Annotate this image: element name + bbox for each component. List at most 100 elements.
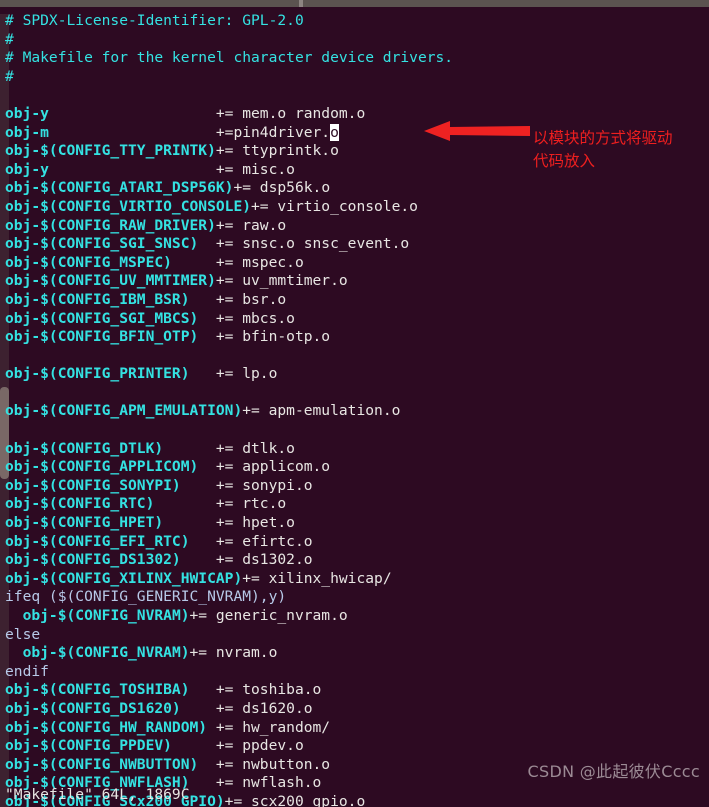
makefile-variable: obj-$(CONFIG_APPLICOM) [5, 458, 216, 476]
code-line: obj-$(CONFIG_DS1620) += ds1620.o [5, 700, 705, 719]
code-line: obj-$(CONFIG_XILINX_HWICAP)+= xilinx_hwi… [5, 570, 705, 589]
comment-text: # Makefile for the kernel character devi… [5, 49, 454, 67]
terminal-screen[interactable]: # SPDX-License-Identifier: GPL-2.0 # # Mak… [0, 7, 709, 807]
vim-status-line: "Makefile" 64L, 1869C [5, 786, 190, 803]
code-line: obj-$(CONFIG_SGI_SNSC) += snsc.o snsc_ev… [5, 235, 705, 254]
makefile-value: += mspec.o [215, 253, 304, 271]
makefile-variable: obj-y [5, 104, 216, 122]
makefile-value: += hw_random/ [215, 718, 331, 736]
makefile-variable: obj-$(CONFIG_RTC) [5, 495, 216, 513]
makefile-value: += apm-emulation.o [242, 402, 401, 420]
makefile-value: += applicom.o [215, 458, 331, 476]
terminal-window: # SPDX-License-Identifier: GPL-2.0 # # Mak… [0, 0, 709, 807]
makefile-keyword: ifeq ($(CONFIG_GENERIC_NVRAM),y) [5, 588, 287, 606]
makefile-variable: obj-$(CONFIG_UV_MMTIMER) [5, 272, 216, 290]
makefile-variable: obj-$(CONFIG_IBM_BSR) [5, 290, 216, 308]
code-line: else [5, 626, 705, 645]
makefile-keyword: endif [5, 662, 49, 680]
code-line: obj-$(CONFIG_SGI_MBCS) += mbcs.o [5, 310, 705, 329]
makefile-variable: obj-$(CONFIG_NVRAM) [22, 607, 190, 624]
makefile-value: += ttyprintk.o [215, 142, 339, 160]
makefile-variable: obj-$(CONFIG_NWBUTTON) [5, 755, 216, 773]
code-line: obj-$(CONFIG_DS1302) += ds1302.o [5, 551, 705, 570]
makefile-value: += virtio_console.o [251, 197, 418, 215]
makefile-variable: obj-$(CONFIG_BFIN_OTP) [5, 328, 216, 346]
code-line: obj-$(CONFIG_SONYPI) += sonypi.o [5, 477, 705, 496]
makefile-value: += xilinx_hwicap/ [242, 569, 392, 587]
code-line: obj-$(CONFIG_UV_MMTIMER)+= uv_mmtimer.o [5, 272, 705, 291]
code-line: ifeq ($(CONFIG_GENERIC_NVRAM),y) [5, 588, 705, 607]
makefile-variable: obj-$(CONFIG_NVRAM) [22, 644, 190, 662]
makefile-value: += ds1302.o [215, 551, 313, 569]
makefile-value: += dtlk.o [215, 439, 295, 457]
code-line: obj-$(CONFIG_BFIN_OTP) += bfin-otp.o [5, 328, 705, 347]
makefile-value: += uv_mmtimer.o [215, 272, 348, 290]
makefile-variable: obj-$(CONFIG_VIRTIO_CONSOLE) [5, 197, 252, 215]
makefile-value: += rtc.o [215, 495, 287, 513]
makefile-variable: obj-$(CONFIG_HPET) [5, 514, 216, 532]
makefile-value: += ds1620.o [215, 699, 313, 717]
code-line: obj-$(CONFIG_MSPEC) += mspec.o [5, 254, 705, 273]
code-line: obj-$(CONFIG_NVRAM)+= generic_nvram.o [5, 607, 705, 626]
code-line: obj-$(CONFIG_HPET) += hpet.o [5, 514, 705, 533]
makefile-value: += misc.o [215, 160, 295, 178]
makefile-value: += snsc.o snsc_event.o [215, 235, 410, 253]
makefile-value: += hpet.o [215, 514, 295, 532]
makefile-value: += efirtc.o [215, 532, 313, 550]
makefile-value: += generic_nvram.o [189, 607, 348, 624]
titlebar-notch [299, 0, 303, 7]
makefile-value: += nwflash.o [215, 774, 322, 792]
makefile-variable: obj-y [5, 160, 216, 178]
code-line: obj-$(CONFIG_DTLK) += dtlk.o [5, 440, 705, 459]
code-line [5, 421, 705, 440]
window-titlebar-strip [0, 0, 709, 7]
makefile-value: += mem.o random.o [215, 104, 366, 122]
makefile-variable: obj-$(CONFIG_SONYPI) [5, 476, 216, 494]
code-line: obj-$(CONFIG_APM_EMULATION)+= apm-emulat… [5, 402, 705, 421]
makefile-value: += raw.o [215, 216, 287, 234]
makefile-variable: obj-$(CONFIG_MSPEC) [5, 253, 216, 271]
code-line: # [5, 68, 705, 87]
makefile-value: += lp.o [215, 365, 278, 383]
code-line: obj-$(CONFIG_RTC) += rtc.o [5, 495, 705, 514]
code-line: obj-$(CONFIG_RAW_DRIVER)+= raw.o [5, 217, 705, 236]
makefile-variable: obj-$(CONFIG_PPDEV) [5, 737, 216, 755]
code-line: obj-$(CONFIG_ATARI_DSP56K)+= dsp56k.o [5, 179, 705, 198]
code-line [5, 86, 705, 105]
code-line: obj-$(CONFIG_PPDEV) += ppdev.o [5, 737, 705, 756]
makefile-value: += ppdev.o [215, 737, 304, 755]
makefile-variable: obj-$(CONFIG_DS1302) [5, 551, 216, 569]
code-line: # [5, 31, 705, 50]
makefile-variable: obj-$(CONFIG_EFI_RTC) [5, 532, 216, 550]
code-line: obj-$(CONFIG_EFI_RTC) += efirtc.o [5, 533, 705, 552]
comment-text: # [5, 30, 14, 48]
annotation-text: 以模块的方式将驱动 代码放入 [533, 129, 673, 170]
code-line [5, 384, 705, 403]
code-line: # SPDX-License-Identifier: GPL-2.0 [5, 12, 705, 31]
makefile-value: += mbcs.o [215, 309, 295, 327]
makefile-variable: obj-$(CONFIG_DTLK) [5, 439, 216, 457]
vim-block-cursor: o [330, 123, 339, 141]
makefile-value: +=pin4driver. [215, 123, 331, 141]
code-line: # Makefile for the kernel character devi… [5, 49, 705, 68]
makefile-variable: obj-$(CONFIG_XILINX_HWICAP) [5, 569, 243, 587]
code-line: obj-$(CONFIG_IBM_BSR) += bsr.o [5, 291, 705, 310]
makefile-variable: obj-m [5, 123, 216, 141]
comment-text: # SPDX-License-Identifier: GPL-2.0 [5, 12, 304, 29]
makefile-value: += toshiba.o [215, 681, 322, 699]
makefile-value: += scx200_gpio.o [224, 792, 366, 807]
makefile-keyword: else [5, 625, 41, 643]
makefile-variable: obj-$(CONFIG_RAW_DRIVER) [5, 216, 216, 234]
makefile-variable: obj-$(CONFIG_HW_RANDOM) [5, 718, 216, 736]
code-line: obj-$(CONFIG_NVRAM)+= nvram.o [5, 644, 705, 663]
makefile-variable: obj-$(CONFIG_PRINTER) [5, 365, 216, 383]
comment-text: # [5, 67, 14, 85]
makefile-value: += bfin-otp.o [215, 328, 331, 346]
makefile-variable: obj-$(CONFIG_SGI_SNSC) [5, 235, 216, 253]
code-line: obj-$(CONFIG_PRINTER) += lp.o [5, 365, 705, 384]
csdn-watermark: CSDN @此起彼伏Cccc [527, 762, 700, 781]
